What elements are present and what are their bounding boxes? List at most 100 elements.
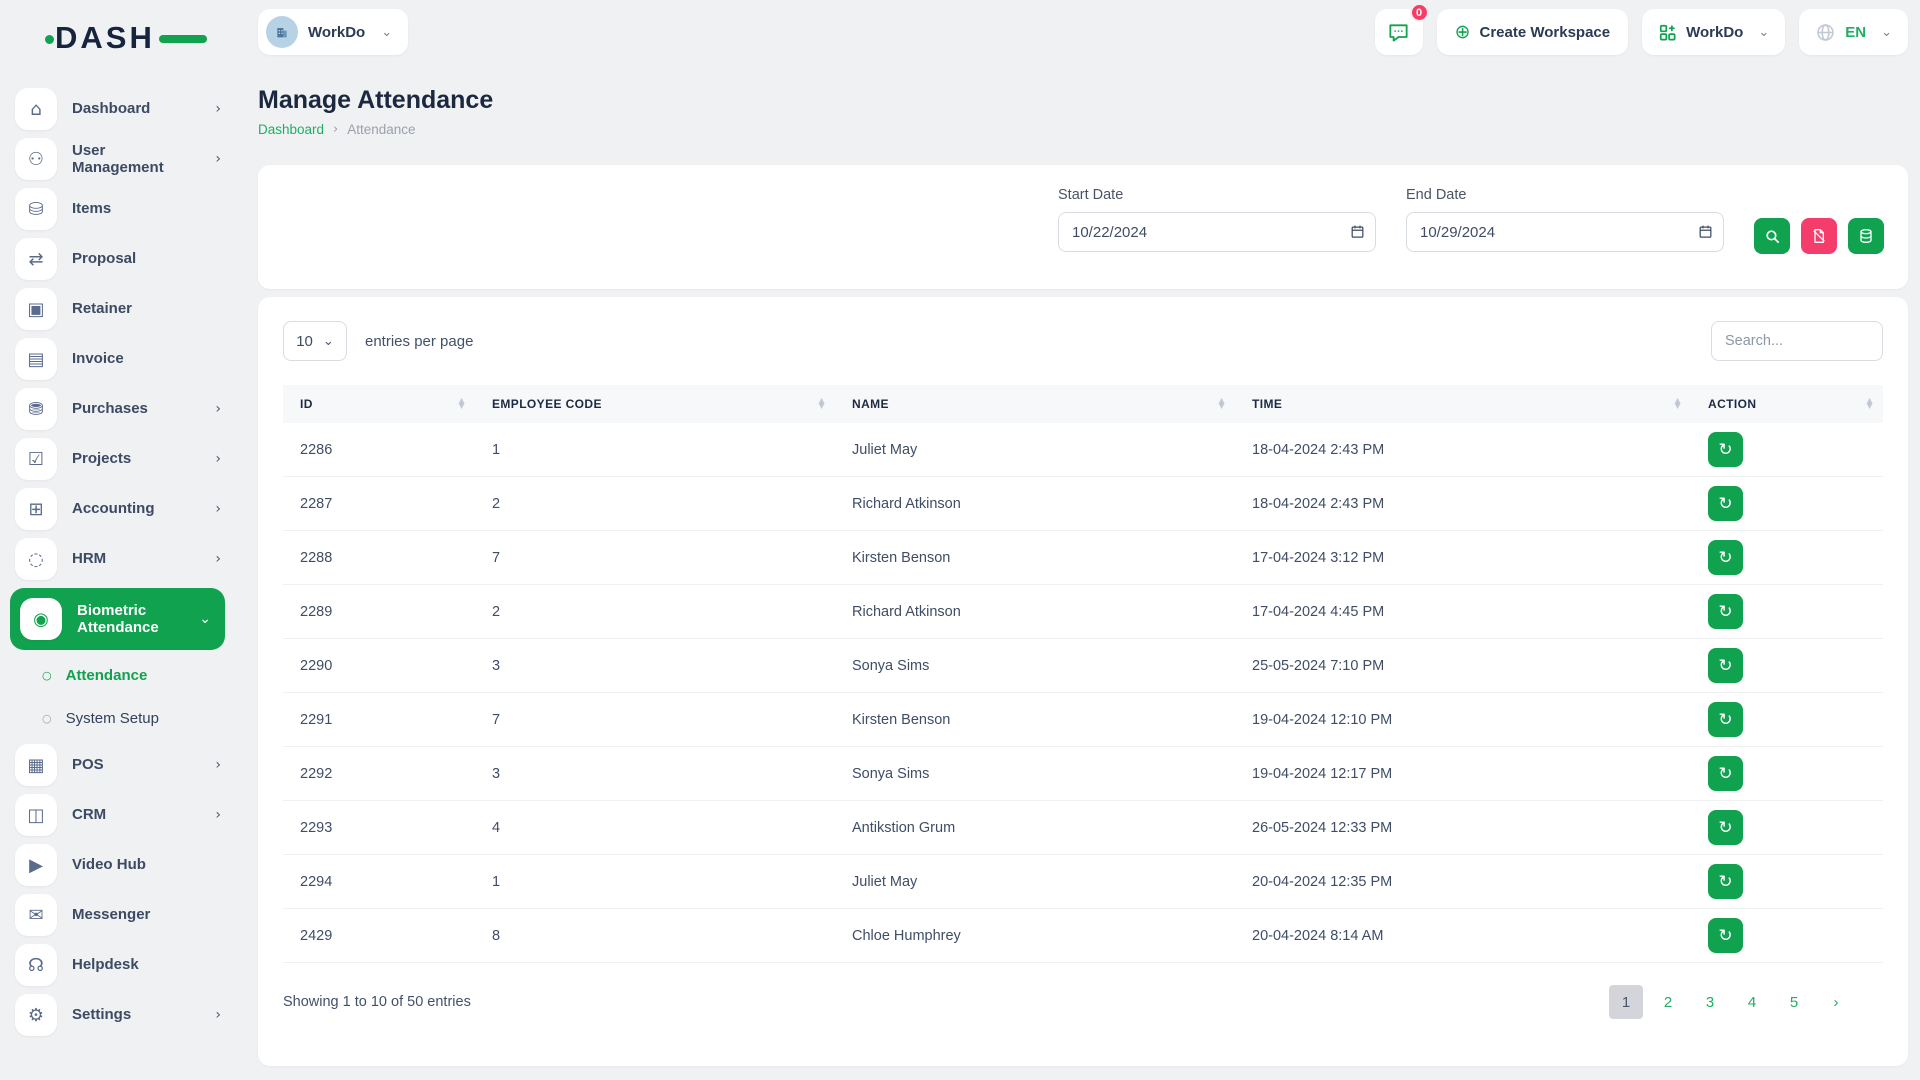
sort-icons[interactable]: ▲ ▼ xyxy=(1674,399,1681,409)
chevron-down-icon: ⌄ xyxy=(323,334,334,349)
sidebar-item[interactable]: ☑ ○ Projects › xyxy=(0,434,235,484)
refresh-action-button[interactable]: ↻ xyxy=(1708,540,1743,575)
column-header[interactable]: NAME ▲ ▼ xyxy=(835,385,1235,423)
refresh-icon: ↻ xyxy=(1718,440,1732,460)
workspace-selector[interactable]: WorkDo ⌄ xyxy=(258,9,408,55)
cell-id: 2286 xyxy=(283,423,475,477)
pagination-item[interactable]: 5 xyxy=(1777,985,1811,1019)
column-header[interactable]: ACTION ▲ ▼ xyxy=(1691,385,1883,423)
refresh-action-button[interactable]: ↻ xyxy=(1708,918,1743,953)
cell-name: Juliet May xyxy=(835,855,1235,909)
dash-logo[interactable]: DASH xyxy=(55,16,185,60)
sync-data-button[interactable] xyxy=(1848,218,1884,254)
sort-icons[interactable]: ▲ ▼ xyxy=(818,399,825,409)
refresh-action-button[interactable]: ↻ xyxy=(1708,648,1743,683)
cell-employee-code: 1 xyxy=(475,855,835,909)
clear-filter-button[interactable] xyxy=(1801,218,1837,254)
cell-employee-code: 4 xyxy=(475,801,835,855)
sidebar-item[interactable]: ⊞ ○ Accounting › xyxy=(0,484,235,534)
sidebar-item[interactable]: ✉ ○ Messenger xyxy=(0,890,235,940)
refresh-icon: ↻ xyxy=(1718,494,1732,514)
sidebar-item[interactable]: ⛁ ○ Items xyxy=(0,184,235,234)
cell-action: ↻ xyxy=(1691,477,1883,531)
sidebar-item[interactable]: ▤ ○ Invoice xyxy=(0,334,235,384)
refresh-action-button[interactable]: ↻ xyxy=(1708,864,1743,899)
sidebar-item[interactable]: ⚇ ○ User Management › xyxy=(0,134,235,184)
sort-icons[interactable]: ▲ ▼ xyxy=(458,399,465,409)
breadcrumb-dashboard-link[interactable]: Dashboard xyxy=(258,122,324,137)
sidebar-item[interactable]: ○ Attendance xyxy=(0,654,235,697)
cell-time: 18-04-2024 2:43 PM xyxy=(1235,423,1691,477)
logo-bar-accent xyxy=(159,35,207,43)
sidebar-item[interactable]: ⇄ ○ Proposal xyxy=(0,234,235,284)
chevron-icon: › xyxy=(215,551,221,567)
chevron-icon: › xyxy=(215,807,221,823)
page-head: Manage Attendance Dashboard › Attendance xyxy=(258,86,493,137)
sidebar-item[interactable]: ⚙ ○ Settings › xyxy=(0,990,235,1040)
projects-icon: ☑ xyxy=(15,438,57,480)
refresh-action-button[interactable]: ↻ xyxy=(1708,594,1743,629)
pagination-item[interactable]: › xyxy=(1819,985,1853,1019)
chevron-down-icon: ⌄ xyxy=(1758,25,1769,40)
workdo-apps-menu[interactable]: WorkDo ⌄ xyxy=(1642,9,1785,55)
pagination-item[interactable]: 3 xyxy=(1693,985,1727,1019)
pagination-item[interactable]: 4 xyxy=(1735,985,1769,1019)
pagination-item[interactable]: 2 xyxy=(1651,985,1685,1019)
create-workspace-button[interactable]: ⊕ Create Workspace xyxy=(1437,9,1629,55)
entries-per-page-select[interactable]: 10 ⌄ xyxy=(283,321,347,361)
refresh-action-button[interactable]: ↻ xyxy=(1708,756,1743,791)
subitem-bullet-icon: ○ xyxy=(42,669,52,682)
table-row: 2291 7 Kirsten Benson 19-04-2024 12:10 P… xyxy=(283,693,1883,747)
start-date-group: Start Date xyxy=(1058,187,1376,252)
proposal-icon: ⇄ xyxy=(15,238,57,280)
refresh-action-button[interactable]: ↻ xyxy=(1708,486,1743,521)
messenger-icon: ✉ xyxy=(15,894,57,936)
sidebar-item[interactable]: ⌂ ○ Dashboard › xyxy=(0,84,235,134)
breadcrumb: Dashboard › Attendance xyxy=(258,122,493,137)
table-search-input[interactable] xyxy=(1711,321,1883,361)
pagination-item[interactable]: 1 xyxy=(1609,985,1643,1019)
sidebar-item[interactable]: ▣ ○ Retainer xyxy=(0,284,235,334)
sort-icons[interactable]: ▲ ▼ xyxy=(1866,399,1873,409)
sidebar-item[interactable]: ⛃ ○ Purchases › xyxy=(0,384,235,434)
cell-action: ↻ xyxy=(1691,909,1883,963)
chevron-icon: › xyxy=(215,501,221,517)
cell-time: 19-04-2024 12:17 PM xyxy=(1235,747,1691,801)
sort-icons[interactable]: ▲ ▼ xyxy=(1218,399,1225,409)
sidebar-item[interactable]: ○ System Setup xyxy=(0,697,235,740)
end-date-label: End Date xyxy=(1406,187,1724,203)
messages-button[interactable]: 0 xyxy=(1375,9,1423,55)
cell-action: ↻ xyxy=(1691,585,1883,639)
notification-badge: 0 xyxy=(1410,3,1429,22)
cell-id: 2288 xyxy=(283,531,475,585)
sidebar-item-label: POS xyxy=(72,756,104,773)
cell-time: 20-04-2024 8:14 AM xyxy=(1235,909,1691,963)
pagination: 1 2 3 4 5 › xyxy=(1609,985,1853,1019)
sidebar-item[interactable]: ▦ ○ POS › xyxy=(0,740,235,790)
column-header[interactable]: ID ▲ ▼ xyxy=(283,385,475,423)
language-selector[interactable]: EN ⌄ xyxy=(1799,9,1908,55)
cell-name: Sonya Sims xyxy=(835,639,1235,693)
table-row: 2289 2 Richard Atkinson 17-04-2024 4:45 … xyxy=(283,585,1883,639)
sidebar-item[interactable]: ◌ ○ HRM › xyxy=(0,534,235,584)
sidebar-item[interactable]: ☊ ○ Helpdesk xyxy=(0,940,235,990)
end-date-input[interactable] xyxy=(1406,212,1724,252)
breadcrumb-current: Attendance xyxy=(347,122,415,137)
apply-filter-button[interactable] xyxy=(1754,218,1790,254)
start-date-input[interactable] xyxy=(1058,212,1376,252)
cell-employee-code: 3 xyxy=(475,639,835,693)
column-header[interactable]: TIME ▲ ▼ xyxy=(1235,385,1691,423)
sidebar-item[interactable]: ▶ ○ Video Hub xyxy=(0,840,235,890)
chevron-down-icon: ⌄ xyxy=(381,25,392,40)
breadcrumb-separator-icon: › xyxy=(333,122,338,137)
sidebar-item[interactable]: ◉ ○ Biometric Attendance ⌄ xyxy=(10,588,225,650)
refresh-action-button[interactable]: ↻ xyxy=(1708,702,1743,737)
refresh-action-button[interactable]: ↻ xyxy=(1708,810,1743,845)
refresh-action-button[interactable]: ↻ xyxy=(1708,432,1743,467)
cell-name: Richard Atkinson xyxy=(835,477,1235,531)
cell-name: Sonya Sims xyxy=(835,747,1235,801)
table-row: 2294 1 Juliet May 20-04-2024 12:35 PM ↻ xyxy=(283,855,1883,909)
column-header[interactable]: EMPLOYEE CODE ▲ ▼ xyxy=(475,385,835,423)
sidebar-item[interactable]: ◫ ○ CRM › xyxy=(0,790,235,840)
chevron-icon: › xyxy=(215,1007,221,1023)
